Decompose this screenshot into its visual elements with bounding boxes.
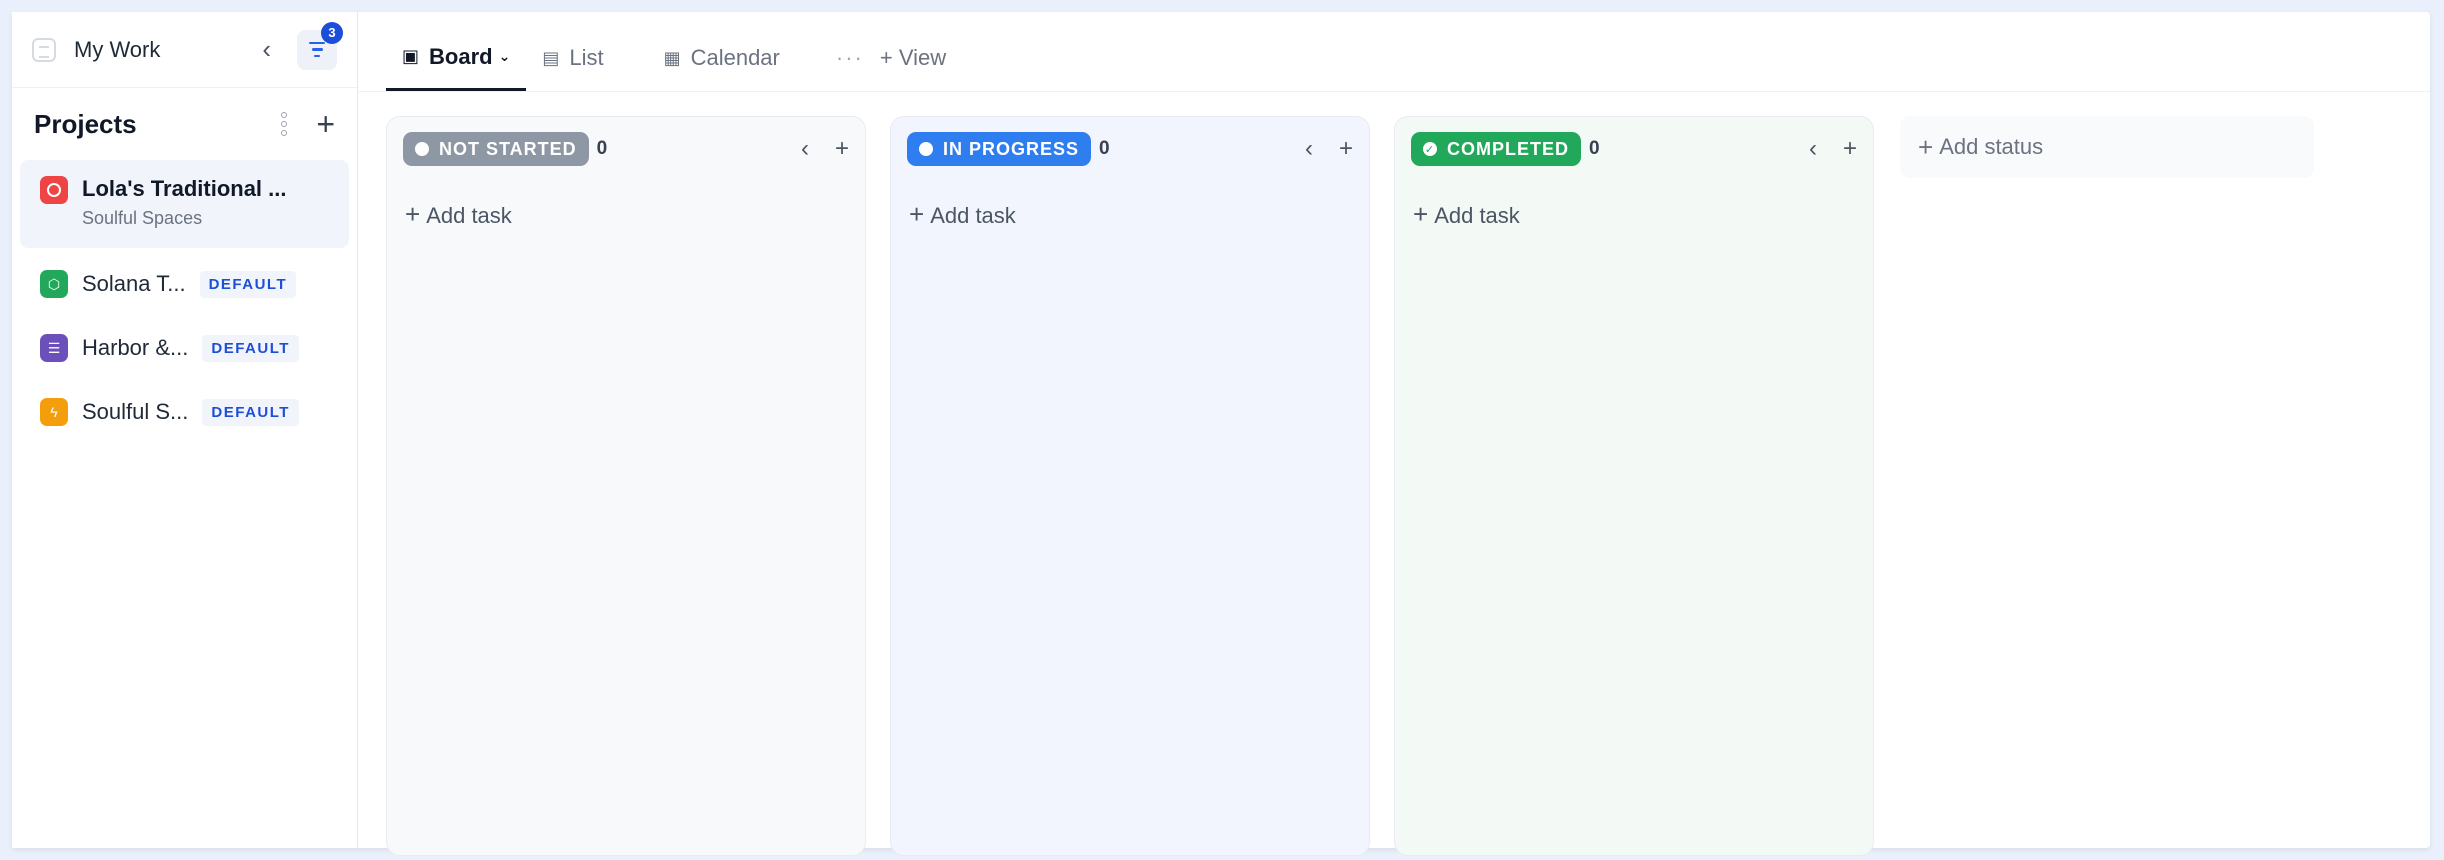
more-options-icon[interactable]: [274, 112, 294, 136]
filter-button[interactable]: 3: [297, 21, 343, 70]
collapse-column-icon[interactable]: ‹: [801, 135, 809, 163]
project-list-icon: ☰: [40, 334, 68, 362]
collapse-column-icon[interactable]: ‹: [1305, 135, 1313, 163]
task-count: 0: [596, 138, 608, 159]
more-tabs-icon[interactable]: ···: [820, 25, 880, 91]
status-pill[interactable]: ✓ COMPLETED: [1411, 132, 1582, 166]
tab-calendar-label: Calendar: [690, 45, 780, 70]
add-task-label: Add task: [930, 203, 1016, 228]
add-project-icon[interactable]: +: [316, 108, 335, 140]
add-task-icon[interactable]: +: [835, 135, 849, 163]
add-task-button[interactable]: + Add task: [1413, 199, 1520, 230]
collapse-column-icon[interactable]: ‹: [1809, 135, 1817, 163]
add-task-button[interactable]: + Add task: [405, 199, 512, 230]
column-header: ✓ COMPLETED 0 ‹ +: [1395, 117, 1873, 181]
column-header: IN PROGRESS 0 ‹ +: [891, 117, 1369, 181]
add-task-label: Add task: [426, 203, 512, 228]
project-bolt-icon: ϟ: [40, 398, 68, 426]
board: NOT STARTED 0 ‹ + + Add task IN PROGRESS …: [386, 116, 2314, 856]
sidebar: My Work ‹ 3 Projects + Lola's Traditiona…: [12, 12, 358, 848]
workspace-title[interactable]: My Work: [74, 37, 262, 63]
sidebar-header: My Work ‹ 3: [12, 12, 357, 88]
board-icon: ▣: [402, 46, 420, 66]
status-dot-icon: [919, 142, 933, 156]
calendar-icon: ▦: [663, 47, 681, 68]
status-dot-icon: [415, 142, 429, 156]
default-badge: DEFAULT: [202, 398, 299, 426]
app-window: My Work ‹ 3 Projects + Lola's Traditiona…: [12, 12, 2430, 856]
check-circle-icon: ✓: [1423, 142, 1437, 156]
task-count: 0: [1099, 138, 1110, 159]
project-circle-icon: [40, 176, 68, 204]
project-name: Harbor &...: [82, 335, 189, 360]
add-view-button[interactable]: + View: [880, 25, 962, 91]
tab-calendar[interactable]: ▦ Calendar: [648, 25, 796, 91]
project-name: Solana T...: [82, 271, 186, 296]
project-item[interactable]: ☰ Harbor &... DEFAULT: [20, 316, 349, 380]
column-header: NOT STARTED 0 ‹ +: [387, 117, 865, 181]
project-name: Lola's Traditional ...: [82, 176, 287, 201]
status-column: NOT STARTED 0 ‹ + + Add task: [386, 116, 866, 856]
tab-list[interactable]: ▤ List: [526, 25, 619, 91]
projects-header: Projects +: [12, 88, 357, 160]
status-label: IN PROGRESS: [943, 138, 1080, 159]
chevron-down-icon: ⌄: [498, 48, 511, 64]
project-subtitle: Soulful Spaces: [82, 208, 203, 228]
projects-heading: Projects: [34, 108, 137, 139]
tab-board[interactable]: ▣ Board ⌄: [386, 25, 527, 91]
add-status-label: Add status: [1939, 134, 2044, 159]
status-column: ✓ COMPLETED 0 ‹ + + Add task: [1394, 116, 1874, 856]
project-item[interactable]: Lola's Traditional ... Soulful Spaces: [20, 160, 349, 248]
status-pill[interactable]: NOT STARTED: [403, 132, 589, 166]
tab-board-label: Board: [429, 43, 493, 69]
filter-count-badge: 3: [321, 21, 343, 44]
list-icon: ▤: [542, 47, 560, 68]
view-tabs: ▣ Board ⌄ ▤ List ▦ Calendar ··· + View: [358, 12, 2430, 92]
collapse-sidebar-icon[interactable]: ‹: [262, 34, 271, 65]
project-hexagon-icon: ⬡: [40, 270, 68, 298]
add-task-icon[interactable]: +: [1339, 135, 1353, 163]
add-task-button[interactable]: + Add task: [909, 199, 1016, 230]
task-count: 0: [1589, 138, 1600, 159]
default-badge: DEFAULT: [199, 270, 297, 298]
status-label: NOT STARTED: [439, 138, 577, 159]
workspace-icon: [32, 37, 56, 62]
filter-icon: [309, 41, 325, 58]
status-pill[interactable]: IN PROGRESS: [907, 132, 1092, 166]
project-item[interactable]: ⬡ Solana T... DEFAULT: [20, 252, 349, 316]
project-name: Soulful S...: [82, 399, 189, 424]
status-column: IN PROGRESS 0 ‹ + + Add task: [890, 116, 1370, 856]
add-task-icon[interactable]: +: [1843, 135, 1857, 163]
default-badge: DEFAULT: [202, 334, 299, 362]
main-area: ▣ Board ⌄ ▤ List ▦ Calendar ··· + View N…: [358, 12, 2430, 856]
status-label: COMPLETED: [1447, 138, 1570, 159]
tab-list-label: List: [569, 45, 604, 70]
add-task-label: Add task: [1434, 203, 1520, 228]
project-item[interactable]: ϟ Soulful S... DEFAULT: [20, 380, 349, 444]
add-status-button[interactable]: + Add status: [1900, 116, 2314, 178]
